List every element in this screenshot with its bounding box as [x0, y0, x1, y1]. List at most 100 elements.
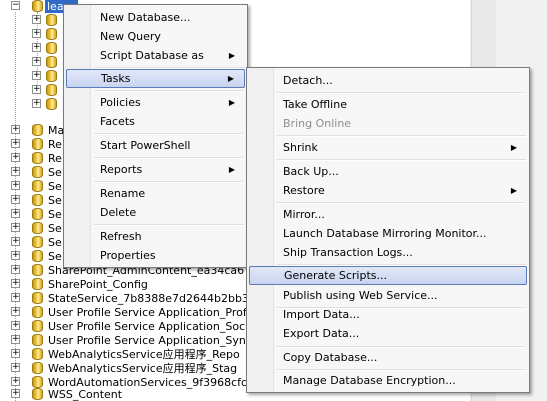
database-icon	[32, 306, 43, 318]
menu-item-publish-web-service[interactable]: Publish using Web Service...	[249, 286, 527, 305]
menu-item-mirror[interactable]: Mirror...	[249, 205, 527, 224]
expand-icon[interactable]: +	[11, 377, 20, 386]
menu-item-label: Publish using Web Service...	[283, 289, 438, 302]
tree-node-label[interactable]: SharePoint_Config	[48, 278, 148, 291]
expand-icon[interactable]: +	[11, 363, 20, 372]
expand-icon[interactable]: +	[11, 167, 20, 176]
menu-item-facets[interactable]: Facets	[66, 112, 245, 131]
menu-item-label: Export Data...	[283, 327, 360, 340]
tree-node-label[interactable]: StateService_7b8388e7d2644b2bb3	[48, 292, 249, 305]
tree-node-label[interactable]: Se	[48, 166, 62, 179]
expand-icon[interactable]: +	[32, 57, 41, 66]
menu-item-properties[interactable]: Properties	[66, 246, 245, 265]
database-icon	[32, 124, 43, 136]
tree-node-label[interactable]: WebAnalyticsService应用程序_Repo	[48, 348, 240, 361]
menu-item-shrink[interactable]: Shrink ▶	[249, 138, 527, 157]
menu-item-start-powershell[interactable]: Start PowerShell	[66, 136, 245, 155]
tree-node-label[interactable]: User Profile Service Application_Socia	[48, 320, 255, 333]
menu-item-label: Take Offline	[283, 98, 347, 111]
tree-node-label[interactable]: Se	[48, 180, 62, 193]
menu-item-copy-database[interactable]: Copy Database...	[249, 348, 527, 367]
menu-item-label: Delete	[100, 206, 137, 219]
expand-icon[interactable]: +	[11, 209, 20, 218]
menu-item-label: Mirror...	[283, 208, 325, 221]
menu-item-back-up[interactable]: Back Up...	[249, 162, 527, 181]
expand-icon[interactable]: +	[11, 293, 20, 302]
expand-icon[interactable]: +	[11, 335, 20, 344]
menu-item-new-query[interactable]: New Query	[66, 27, 245, 46]
menu-item-delete[interactable]: Delete	[66, 203, 245, 222]
menu-item-label: Restore	[283, 184, 325, 197]
menu-item-label: Properties	[100, 249, 156, 262]
menu-item-label: Refresh	[100, 230, 142, 243]
menu-separator	[94, 133, 244, 135]
expand-icon[interactable]: +	[32, 99, 41, 108]
database-icon	[32, 180, 43, 192]
menu-item-rename[interactable]: Rename	[66, 184, 245, 203]
tree-node-label[interactable]: WSS_Content	[48, 388, 122, 401]
menu-item-bring-online: Bring Online	[249, 114, 527, 133]
menu-item-ship-transaction-logs[interactable]: Ship Transaction Logs...	[249, 243, 527, 262]
menu-item-import-data[interactable]: Import Data...	[249, 305, 527, 324]
expand-icon[interactable]: +	[11, 279, 20, 288]
folder-icon	[46, 84, 57, 96]
tree-node-label[interactable]: Se	[48, 194, 62, 207]
tree-node-label[interactable]: Se	[48, 208, 62, 221]
menu-item-label: Shrink	[283, 141, 318, 154]
menu-item-manage-encryption[interactable]: Manage Database Encryption...	[249, 371, 527, 390]
expand-icon[interactable]: +	[11, 153, 20, 162]
menu-separator	[277, 92, 526, 94]
database-icon	[32, 0, 43, 12]
menu-item-script-database-as[interactable]: Script Database as ▶	[66, 46, 245, 65]
expand-icon[interactable]: +	[32, 15, 41, 24]
expand-icon[interactable]: +	[11, 139, 20, 148]
tree-node-label[interactable]: Re	[48, 138, 62, 151]
menu-item-new-database[interactable]: New Database...	[66, 8, 245, 27]
tree-node-label[interactable]: Ma	[48, 124, 64, 137]
expand-icon[interactable]: +	[11, 321, 20, 330]
menu-separator	[94, 181, 244, 183]
database-icon	[32, 194, 43, 206]
tree-node-label[interactable]: User Profile Service Application_Profi	[48, 306, 250, 319]
menu-item-take-offline[interactable]: Take Offline	[249, 95, 527, 114]
tree-node-label[interactable]: Se	[48, 236, 62, 249]
expand-icon[interactable]: +	[11, 349, 20, 358]
expand-icon[interactable]: +	[32, 43, 41, 52]
submenu-arrow-icon: ▶	[510, 143, 517, 152]
expand-icon[interactable]: +	[11, 181, 20, 190]
expand-icon[interactable]: +	[11, 223, 20, 232]
menu-separator	[94, 90, 244, 92]
tree-node-label[interactable]: User Profile Service Application_Sync	[48, 334, 252, 347]
menu-item-generate-scripts[interactable]: Generate Scripts...	[249, 266, 527, 285]
menu-item-refresh[interactable]: Refresh	[66, 227, 245, 246]
menu-item-detach[interactable]: Detach...	[249, 71, 527, 90]
expand-icon[interactable]: +	[11, 307, 20, 316]
menu-item-reports[interactable]: Reports ▶	[66, 160, 245, 179]
expand-icon[interactable]: +	[11, 237, 20, 246]
tree-node-label[interactable]: WebAnalyticsService应用程序_Stag	[48, 362, 237, 375]
submenu-arrow-icon: ▶	[227, 74, 234, 83]
menu-item-launch-mirroring-monitor[interactable]: Launch Database Mirroring Monitor...	[249, 224, 527, 243]
collapse-icon[interactable]: −	[11, 1, 20, 10]
database-icon	[32, 348, 43, 360]
expand-icon[interactable]: +	[32, 29, 41, 38]
folder-icon	[46, 56, 57, 68]
tree-node-label[interactable]: Se	[48, 222, 62, 235]
expand-icon[interactable]: +	[32, 85, 41, 94]
database-icon	[32, 264, 43, 276]
menu-item-policies[interactable]: Policies ▶	[66, 93, 245, 112]
database-icon	[32, 388, 43, 400]
menu-item-export-data[interactable]: Export Data...	[249, 324, 527, 343]
database-icon	[32, 250, 43, 262]
expand-icon[interactable]: +	[11, 125, 20, 134]
expand-icon[interactable]: +	[32, 71, 41, 80]
expand-icon[interactable]: +	[11, 265, 20, 274]
menu-item-restore[interactable]: Restore ▶	[249, 181, 527, 200]
tree-node-label[interactable]: Se	[48, 250, 62, 263]
menu-item-tasks[interactable]: Tasks ▶	[66, 69, 245, 88]
expand-icon[interactable]: +	[11, 195, 20, 204]
folder-icon	[46, 98, 57, 110]
expand-icon[interactable]: +	[11, 389, 20, 398]
tree-node-label[interactable]: Re	[48, 152, 62, 165]
expand-icon[interactable]: +	[11, 251, 20, 260]
